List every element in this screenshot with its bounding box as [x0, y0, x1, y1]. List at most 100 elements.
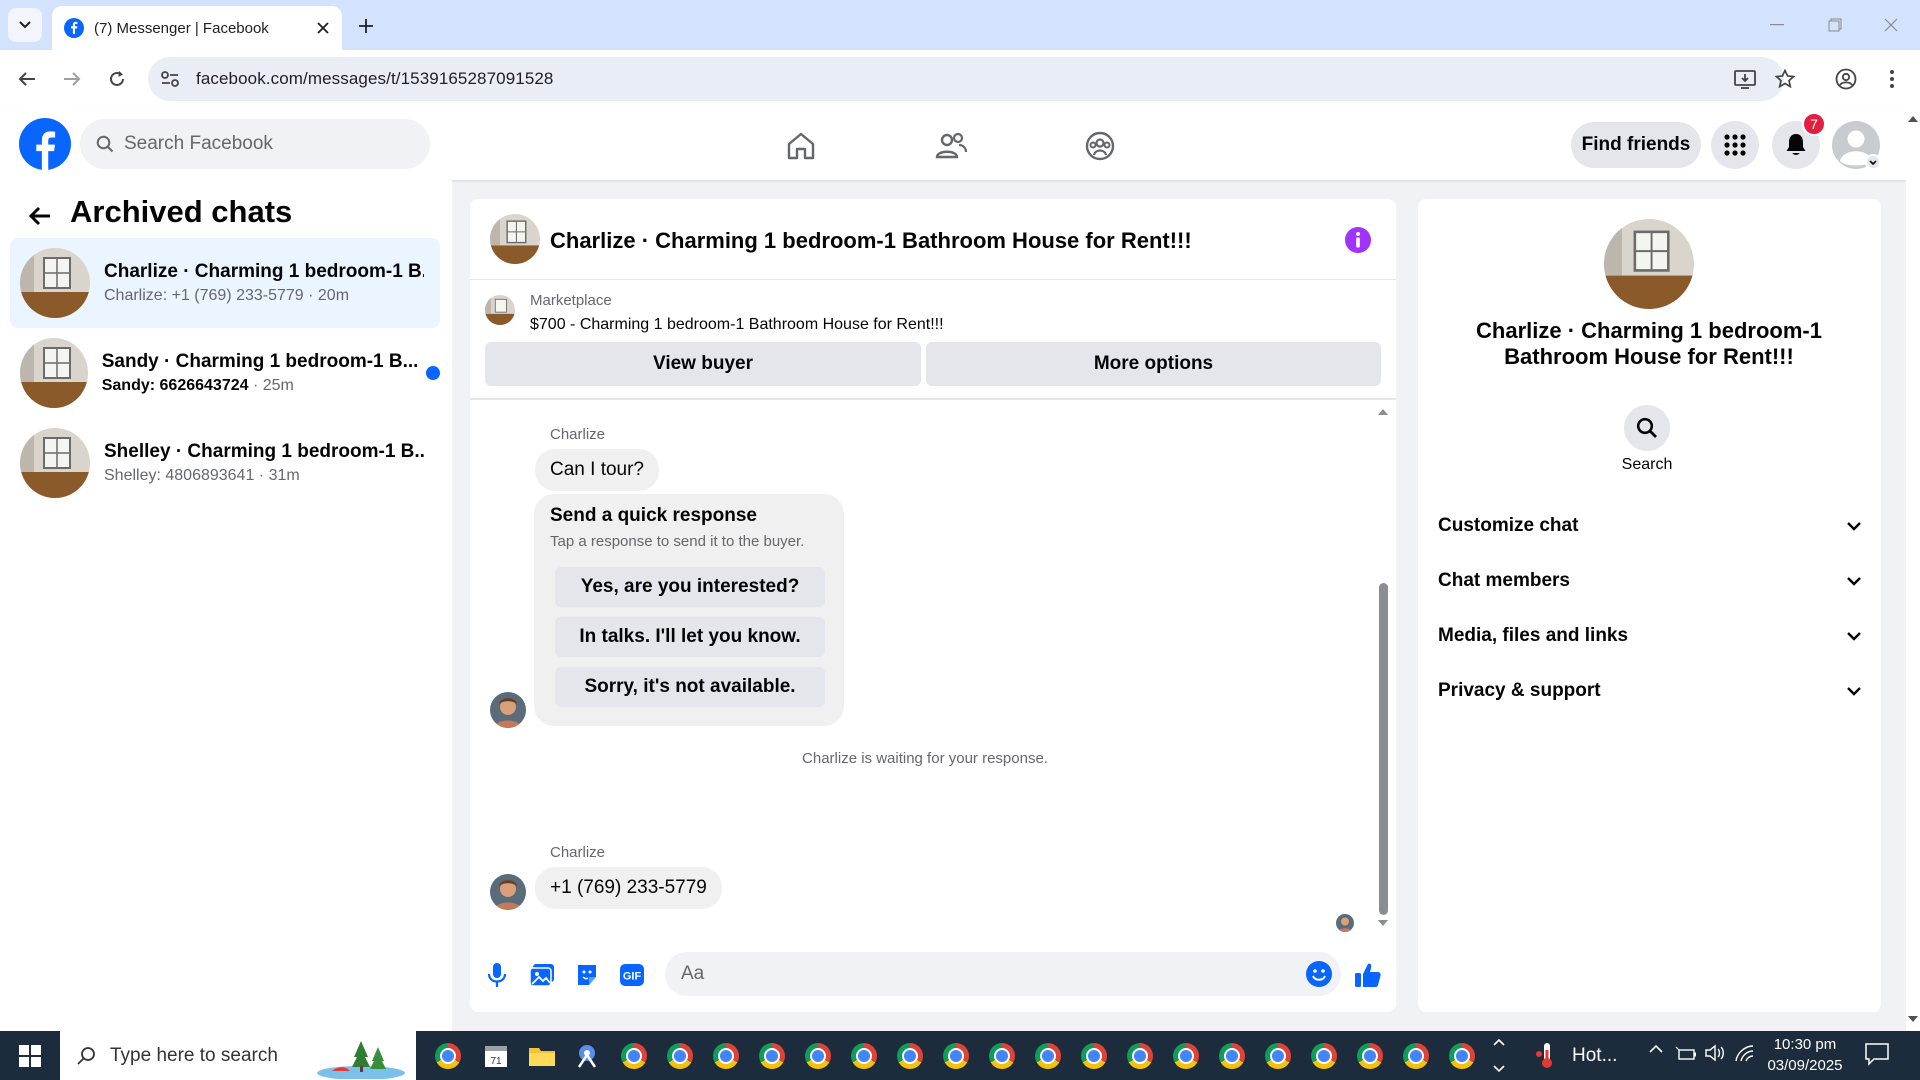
- taskbar-app-chrome[interactable]: [1166, 1037, 1206, 1075]
- minimize-button[interactable]: [1748, 0, 1806, 50]
- taskbar-app-chrome-profile[interactable]: [428, 1037, 468, 1075]
- notification-center-button[interactable]: [1864, 1042, 1890, 1066]
- conversation-info-button[interactable]: [1343, 225, 1373, 255]
- customize-chat-section[interactable]: Customize chat: [1430, 503, 1870, 549]
- taskbar-app-chrome[interactable]: [936, 1037, 976, 1075]
- quick-response-option[interactable]: In talks. I'll let you know.: [555, 617, 825, 657]
- find-friends-button[interactable]: Find friends: [1571, 122, 1701, 168]
- weather-text[interactable]: Hot...: [1572, 1045, 1617, 1067]
- sender-avatar[interactable]: [490, 874, 526, 910]
- taskbar-app-chrome[interactable]: [614, 1037, 654, 1075]
- taskbar-app-chrome[interactable]: [1074, 1037, 1114, 1075]
- taskbar-app-chrome[interactable]: [1212, 1037, 1252, 1075]
- voice-clip-button[interactable]: [479, 957, 515, 993]
- forward-button[interactable]: [54, 61, 90, 97]
- chat-title[interactable]: Charlize · Charming 1 bedroom-1 Bathroom…: [550, 228, 1192, 254]
- chat-header-avatar[interactable]: [490, 214, 540, 264]
- network-status[interactable]: [1733, 1044, 1755, 1062]
- taskbar-app-chrome[interactable]: [1304, 1037, 1344, 1075]
- profile-button[interactable]: [1828, 61, 1864, 97]
- taskbar-app-chrome[interactable]: [752, 1037, 792, 1075]
- show-hidden-icons[interactable]: [1648, 1044, 1668, 1064]
- more-options-button[interactable]: More options: [926, 342, 1381, 386]
- taskbar-app-chrome[interactable]: [706, 1037, 746, 1075]
- scroll-down-arrow[interactable]: [1378, 919, 1388, 927]
- close-icon[interactable]: [316, 21, 330, 35]
- privacy-support-section[interactable]: Privacy & support: [1430, 668, 1870, 714]
- taskbar-app-chrome[interactable]: [890, 1037, 930, 1075]
- volume-control[interactable]: [1704, 1044, 1726, 1062]
- quick-response-option[interactable]: Yes, are you interested?: [555, 567, 825, 607]
- taskbar-app-chrome[interactable]: [660, 1037, 700, 1075]
- taskbar-app-chrome[interactable]: [1258, 1037, 1298, 1075]
- browser-tab[interactable]: (7) Messenger | Facebook: [52, 6, 342, 50]
- friends-button[interactable]: [928, 123, 974, 169]
- emoji-button[interactable]: [1305, 960, 1333, 988]
- bookmark-button[interactable]: [1767, 61, 1803, 97]
- taskbar-app-snipping[interactable]: [567, 1037, 607, 1075]
- install-app-button[interactable]: [1727, 61, 1763, 97]
- reload-button[interactable]: [99, 61, 135, 97]
- message-composer[interactable]: [665, 952, 1341, 996]
- conversation-item[interactable]: Sandy · Charming 1 bedroom-1 B... Sandy:…: [10, 328, 440, 418]
- listing-thumbnail: [20, 338, 88, 408]
- thermometer-icon: [1536, 1043, 1552, 1068]
- taskbar-app-chrome[interactable]: [982, 1037, 1022, 1075]
- search-label: Search: [1621, 456, 1673, 473]
- new-tab-button[interactable]: [352, 12, 380, 40]
- conversation-item[interactable]: Charlize · Charming 1 bedroom-1 B... Cha…: [10, 238, 440, 328]
- back-button[interactable]: [9, 61, 45, 97]
- message-bubble[interactable]: +1 (769) 233-5779: [535, 867, 722, 909]
- taskbar-clock[interactable]: 10:30 pm 03/09/2025: [1755, 1034, 1855, 1076]
- taskbar-app-chrome[interactable]: [844, 1037, 884, 1075]
- media-files-links-section[interactable]: Media, files and links: [1430, 613, 1870, 659]
- taskbar-app-calendar[interactable]: 71: [476, 1037, 516, 1075]
- facebook-logo[interactable]: [19, 118, 71, 170]
- scroll-up-arrow[interactable]: [1378, 408, 1388, 416]
- groups-button[interactable]: [1077, 123, 1123, 169]
- gif-button[interactable]: GIF: [614, 957, 650, 993]
- taskbar-overflow-scroller[interactable]: [1490, 1033, 1508, 1078]
- tab-list-button[interactable]: [8, 8, 42, 42]
- chat-avatar-large[interactable]: [1604, 219, 1694, 309]
- back-to-chats-button[interactable]: [22, 198, 58, 234]
- grid-menu-icon: [1724, 134, 1746, 156]
- restore-button[interactable]: [1806, 0, 1864, 50]
- attach-photo-button[interactable]: [524, 957, 560, 993]
- message-bubble[interactable]: Can I tour?: [535, 449, 659, 491]
- close-window-button[interactable]: [1862, 0, 1920, 50]
- start-button[interactable]: [0, 1031, 60, 1080]
- browser-menu-button[interactable]: [1874, 61, 1910, 97]
- quick-response-option[interactable]: Sorry, it's not available.: [555, 667, 825, 707]
- search-in-conversation-button[interactable]: [1624, 405, 1670, 451]
- taskbar-app-chrome[interactable]: [1442, 1037, 1482, 1075]
- taskbar-app-chrome[interactable]: [1120, 1037, 1160, 1075]
- marketplace-listing[interactable]: $700 - Charming 1 bedroom-1 Bathroom Hou…: [530, 316, 944, 334]
- page-scrollbar[interactable]: [1906, 108, 1920, 1031]
- home-button[interactable]: [778, 123, 824, 169]
- send-like-button[interactable]: [1350, 957, 1386, 993]
- site-info-icon[interactable]: [160, 70, 180, 88]
- sticker-button[interactable]: [569, 957, 605, 993]
- page-scroll-down[interactable]: [1906, 1014, 1920, 1026]
- taskbar-search[interactable]: [60, 1031, 416, 1080]
- account-button[interactable]: [1831, 120, 1881, 170]
- taskbar-search-input[interactable]: [110, 1044, 310, 1067]
- battery-status[interactable]: [1675, 1046, 1697, 1062]
- conversation-item[interactable]: Shelley · Charming 1 bedroom-1 B... Shel…: [10, 418, 440, 508]
- weather-widget[interactable]: [1535, 1040, 1559, 1070]
- search-input[interactable]: [124, 133, 404, 155]
- taskbar-app-chrome[interactable]: [798, 1037, 838, 1075]
- view-buyer-button[interactable]: View buyer: [485, 342, 921, 386]
- taskbar-app-file-explorer[interactable]: [522, 1037, 562, 1075]
- chat-members-section[interactable]: Chat members: [1430, 558, 1870, 604]
- message-input[interactable]: [681, 963, 1261, 985]
- sender-avatar[interactable]: [490, 692, 526, 728]
- taskbar-app-chrome[interactable]: [1396, 1037, 1436, 1075]
- facebook-search[interactable]: [80, 119, 430, 169]
- chat-scrollbar-thumb[interactable]: [1379, 583, 1388, 915]
- address-bar[interactable]: facebook.com/messages/t/1539165287091528: [148, 57, 1784, 101]
- taskbar-app-chrome[interactable]: [1350, 1037, 1390, 1075]
- menu-button[interactable]: [1711, 121, 1759, 169]
- taskbar-app-chrome[interactable]: [1028, 1037, 1068, 1075]
